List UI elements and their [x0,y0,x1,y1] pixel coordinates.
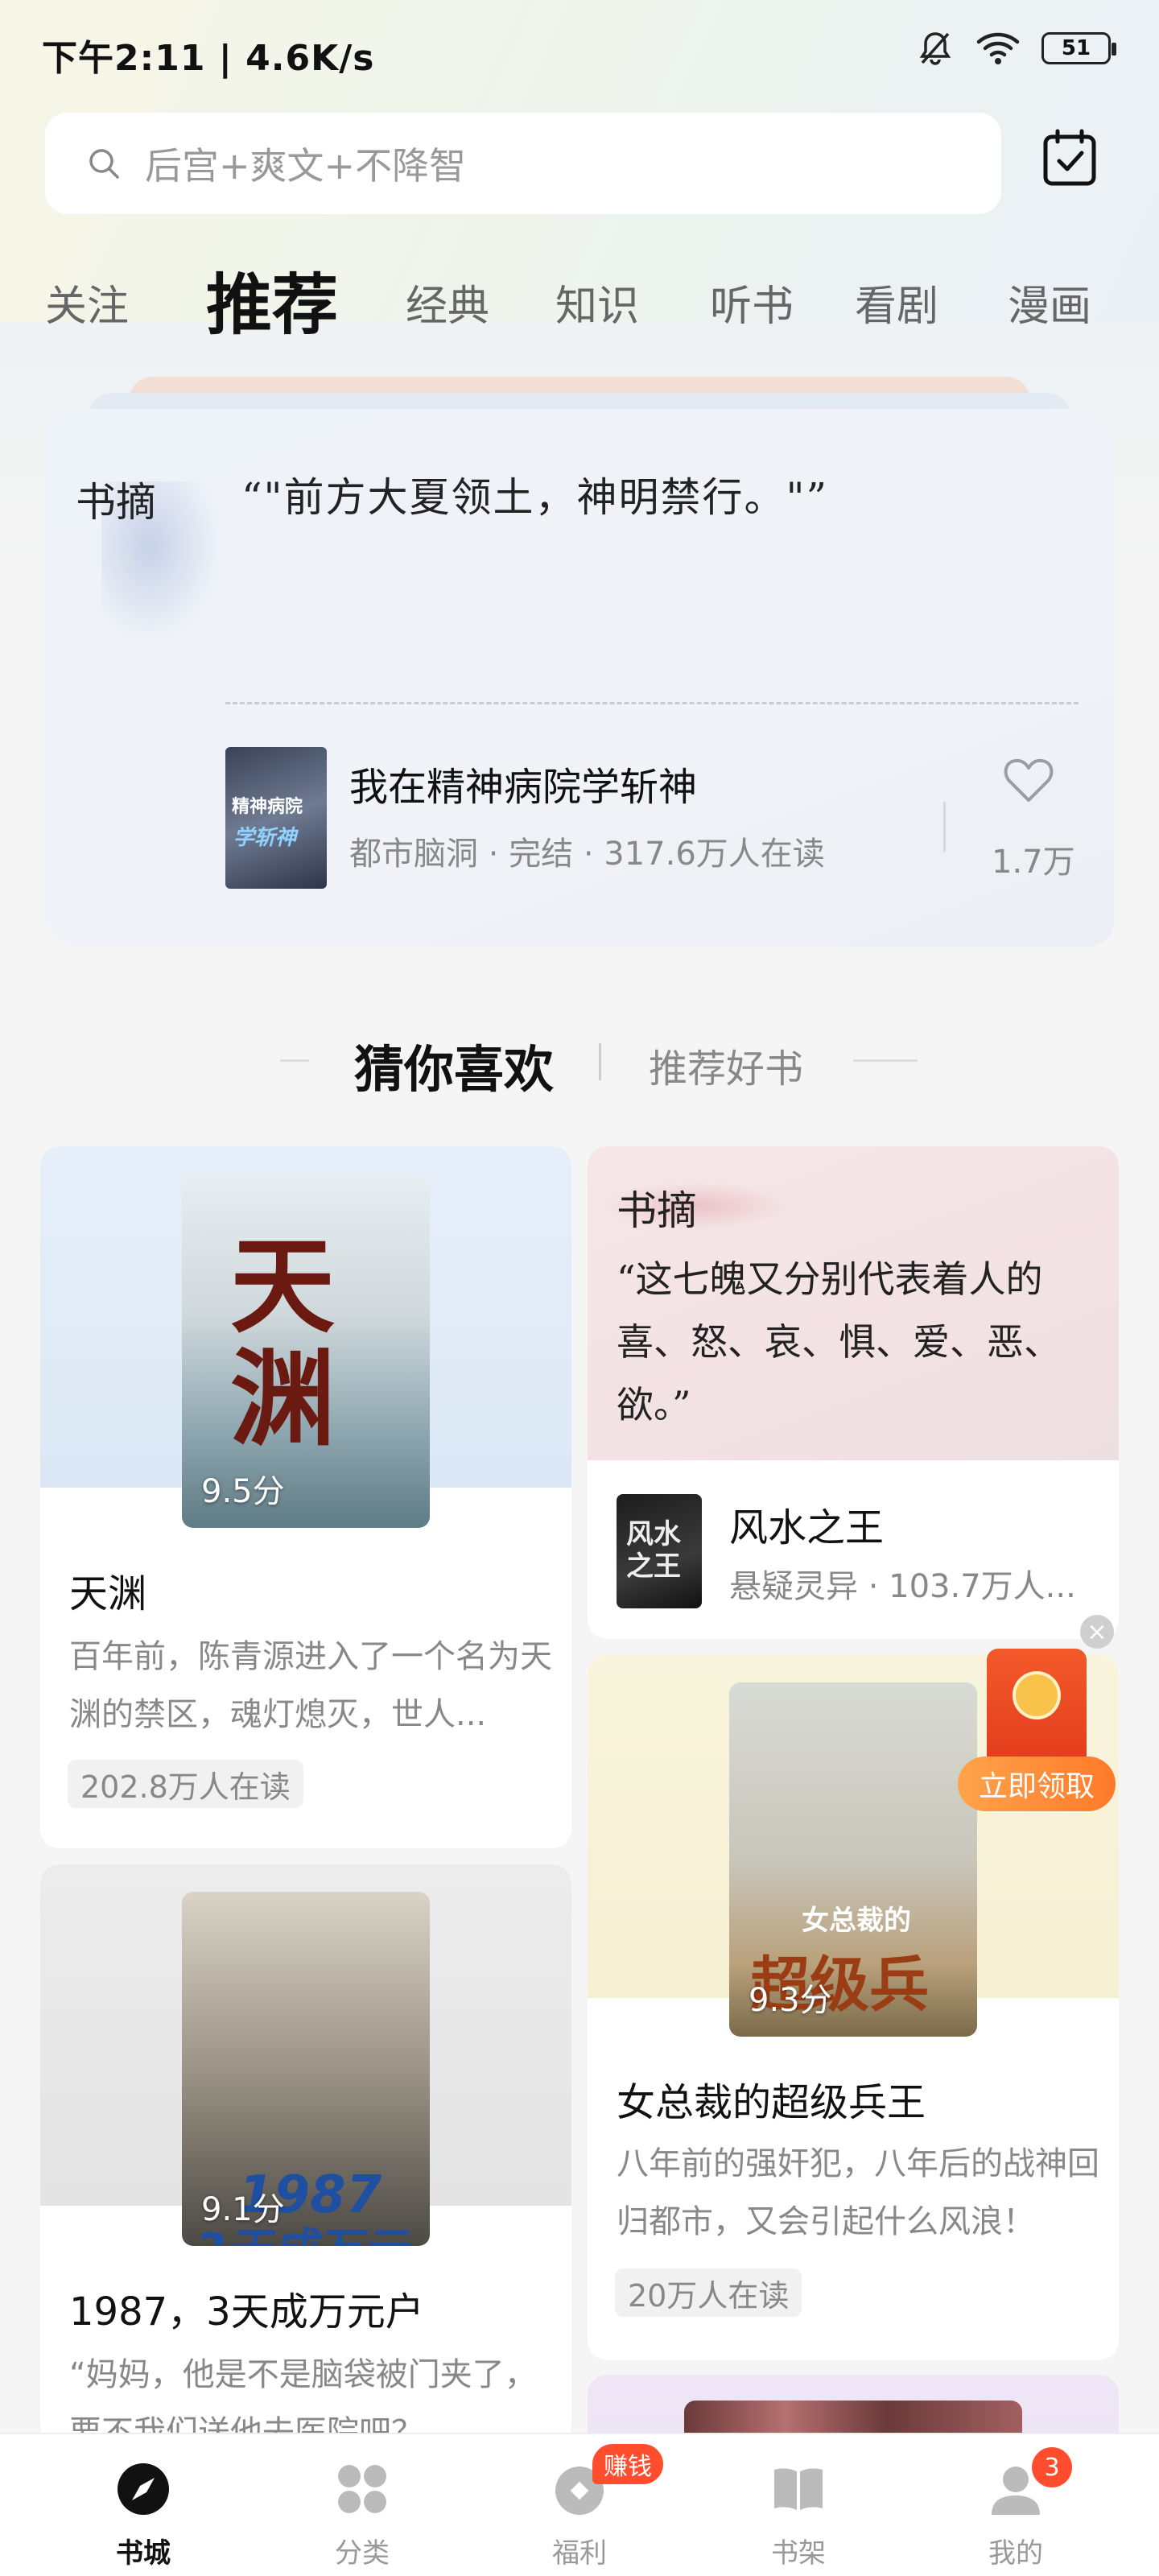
nav-bookstore[interactable]: 书城 [79,2460,208,2570]
section-subtitle[interactable]: 推荐好书 [649,1037,803,1093]
battery-icon: 51 [1041,32,1116,64]
category-tabs: 关注 推荐 经典 知识 听书 看剧 漫画 [0,242,1159,344]
book-score: 9.1分 [201,2191,285,2228]
tab-recommend[interactable]: 推荐 [206,251,338,347]
section-separator [599,1043,601,1080]
mute-bell-icon [919,32,951,65]
book-cover[interactable]: 1987 3天成万元户 9.1分 [182,1892,430,2246]
book-cover[interactable]: 精神病院 学斩神 [225,747,327,889]
cover-text: 女总裁的 [802,1905,911,1937]
cover-text: 天渊 [230,1224,336,1460]
search-icon [89,149,119,179]
tab-follow[interactable]: 关注 [45,272,129,332]
book-desc: 八年前的强奸犯，八年后的战神回归都市，又会引起什么风浪！ [617,2145,1099,2240]
cover-text: 风水之王 [626,1518,681,1583]
quote-label: 书摘 [617,1187,697,1234]
bottom-nav: 书城 分类 福利 书架 我的 [0,2433,1159,2576]
section-title[interactable]: 猜你喜欢 [354,1029,554,1101]
book-desc: 百年前，陈青源进入了一个名为天渊的禁区，魂灯熄灭，世人... [69,1638,552,1733]
readers-badge: 20万人在读 [615,2268,802,2317]
book-cover[interactable]: 天渊 9.5分 [182,1174,430,1528]
cover-text: 精神病院 [232,797,303,817]
book-title: 女总裁的超级兵王 [617,2080,926,2125]
tab-knowledge[interactable]: 知识 [555,272,639,332]
calendar-check-icon[interactable] [1041,129,1098,188]
nav-label: 我的 [988,2537,1043,2570]
book-card-1987[interactable]: 1987 3天成万元户 9.1分 1987，3天成万元户 “妈妈，他是不是脑袋被… [40,1864,571,2444]
coin-icon [1013,1671,1061,1719]
cover-text: 学斩神 [233,826,297,850]
search-input[interactable]: 后宫+爽文+不降智 [45,113,1001,214]
nav-label: 福利 [552,2537,607,2570]
book-score: 9.3分 [749,1982,832,2019]
close-icon[interactable]: × [1080,1615,1114,1649]
book-cover[interactable]: 风水之王 [617,1494,702,1608]
book-card-fengshui[interactable]: 书摘 “这七魄又分别代表着人的喜、怒、哀、惧、爱、恶、欲。” 风水之王 风水之王… [588,1146,1119,1639]
status-bar: 下午2:11 | 4.6K/s 51 [0,0,1159,105]
tab-audiobook[interactable]: 听书 [710,272,794,332]
status-time-speed: 下午2:11 | 4.6K/s [42,38,375,79]
tab-classic[interactable]: 经典 [406,272,489,332]
earn-badge: 赚钱 [592,2444,663,2484]
book-title: 1987，3天成万元户 [69,2289,424,2334]
section-line [280,1059,309,1062]
red-packet-icon[interactable] [987,1649,1087,1769]
book-cover[interactable]: 女总裁的 超级兵王 9.3分 [729,1682,977,2037]
compass-icon [118,2463,169,2515]
readers-badge: 202.8万人在读 [68,1760,303,1808]
like-count: 1.7万 [992,844,1075,881]
book-meta: 都市脑洞 · 完结 · 317.6万人在读 [349,836,825,873]
book-card-tianyuan[interactable]: 天渊 9.5分 天渊 百年前，陈青源进入了一个名为天渊的禁区，魂灯熄灭，世人..… [40,1146,571,1848]
claim-now-button[interactable]: 立即领取 [958,1757,1116,1811]
section-line [853,1059,918,1062]
tab-comic[interactable]: 漫画 [1008,272,1091,332]
quote-divider [225,702,1079,704]
featured-quote-card[interactable]: 书摘 “"前方大夏领土，神明禁行。"” 精神病院 学斩神 我在精神病院学斩神 都… [45,409,1114,947]
status-icons: 51 [916,29,1116,68]
nav-label: 书城 [116,2537,171,2570]
battery-level: 51 [1061,36,1091,60]
notification-count-badge: 3 [1032,2447,1072,2487]
quote-text: “"前方大夏领土，神明禁行。"” [241,474,829,521]
wifi-icon [976,32,1020,64]
bookshelf-icon [774,2468,823,2510]
search-placeholder: 后宫+爽文+不降智 [145,144,467,188]
book-title: 天渊 [69,1571,147,1616]
book-desc: “妈妈，他是不是脑袋被门夹了，要不我们送他去医院吧？ [69,2356,537,2444]
nav-label: 书架 [771,2537,826,2570]
nav-bookshelf[interactable]: 书架 [734,2460,863,2570]
book-meta: 悬疑灵异 · 103.7万人... [729,1568,1076,1605]
book-score: 9.5分 [201,1473,285,1510]
book-title[interactable]: 我在精神病院学斩神 [349,755,697,811]
quote-label: 书摘 [76,479,156,526]
grid-icon [338,2465,386,2513]
nav-label: 分类 [335,2537,390,2570]
nav-category[interactable]: 分类 [298,2460,427,2570]
quote-text: “这七魄又分别代表着人的喜、怒、哀、惧、爱、恶、欲。” [617,1257,1061,1426]
tab-drama[interactable]: 看剧 [855,272,938,332]
book-title: 风水之王 [729,1505,885,1550]
heart-icon[interactable] [1003,757,1054,803]
divider [943,802,946,852]
